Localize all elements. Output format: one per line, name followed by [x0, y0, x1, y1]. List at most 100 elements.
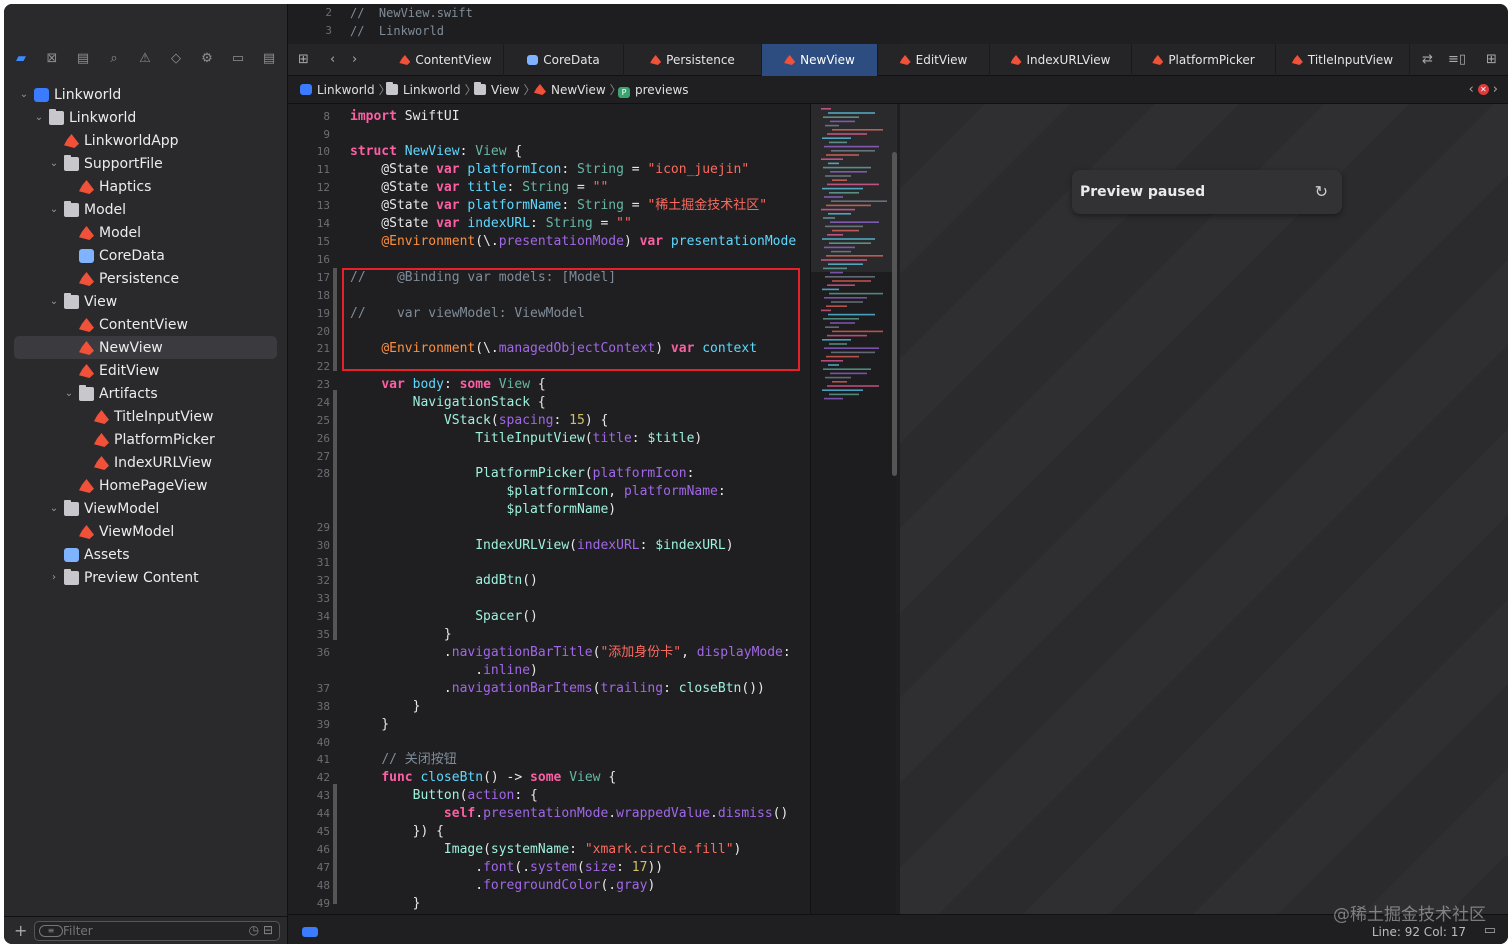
test-icon[interactable]: ◇: [167, 50, 185, 68]
tab-coredata[interactable]: CoreData: [504, 44, 624, 76]
swift-file-icon: [650, 55, 662, 65]
tab-persistence[interactable]: Persistence: [624, 44, 762, 76]
tree-item-label: PlatformPicker: [114, 432, 215, 448]
tree-item[interactable]: ⌄ Linkworld: [4, 84, 288, 106]
tree-item[interactable]: ViewModel: [4, 521, 288, 543]
tree-item[interactable]: Haptics: [4, 176, 288, 198]
code-editor[interactable]: 8 import SwiftUI 9 10 struct NewView: View {…: [288, 104, 900, 914]
chevron-right-icon[interactable]: ›: [48, 567, 60, 589]
chevron-down-icon[interactable]: ⌄: [48, 199, 60, 221]
breadcrumb-item[interactable]: View 〉: [474, 76, 536, 104]
tree-item-label: HomePageView: [99, 478, 208, 494]
tab-contentview[interactable]: ContentView: [388, 44, 504, 76]
breadcrumb-item[interactable]: Ppreviews: [618, 76, 689, 104]
breadcrumb-label: Linkworld: [317, 83, 375, 97]
tree-item[interactable]: Assets: [4, 544, 288, 566]
tree-item[interactable]: HomePageView: [4, 475, 288, 497]
code-line: Spacer(): [475, 609, 538, 624]
minimap-line: [831, 301, 863, 303]
error-icon[interactable]: ✕: [1477, 84, 1489, 95]
tree-item[interactable]: ContentView: [4, 314, 288, 336]
search-icon[interactable]: ⌕: [105, 50, 123, 68]
tree-item[interactable]: LinkworldApp: [4, 130, 288, 152]
issue-navigator[interactable]: ‹ ✕ ›: [1469, 76, 1498, 104]
tree-item[interactable]: IndexURLView: [4, 452, 288, 474]
swift-file-icon: [399, 55, 411, 65]
chevron-down-icon[interactable]: ⌄: [48, 291, 60, 313]
arrow-clockwise-icon[interactable]: ↻: [1315, 182, 1328, 201]
filter-field[interactable]: ≡ ◷ ⊟: [34, 921, 280, 941]
code-line: $platformIcon, platformName:: [506, 484, 726, 499]
tree-item[interactable]: Persistence: [4, 268, 288, 290]
debug-icon[interactable]: ⚙: [198, 50, 216, 68]
recent-files-icon[interactable]: ◷ ⊟: [249, 923, 273, 937]
line-number: 47: [316, 861, 330, 874]
back-icon[interactable]: ‹: [330, 52, 335, 67]
tab-titleinputview[interactable]: TitleInputView: [1276, 44, 1410, 76]
line-number: 15: [316, 235, 330, 248]
breadcrumb-item[interactable]: Linkworld 〉: [386, 76, 477, 104]
filter-input[interactable]: [63, 922, 213, 940]
tree-item[interactable]: TitleInputView: [4, 406, 288, 428]
line-number: 33: [316, 592, 330, 605]
tab-newview[interactable]: NewView: [762, 44, 878, 76]
add-icon[interactable]: +: [14, 921, 27, 940]
tree-item[interactable]: CoreData: [4, 245, 288, 267]
assets-icon: [64, 548, 79, 562]
tab-indexurlview[interactable]: IndexURLView: [990, 44, 1132, 76]
tree-item[interactable]: ⌄ View: [4, 291, 288, 313]
minimap-line: [827, 334, 867, 337]
breadcrumb-item[interactable]: Linkworld 〉: [300, 76, 391, 104]
panel-icon[interactable]: ▭: [1484, 923, 1496, 938]
chevron-down-icon[interactable]: ⌄: [33, 107, 45, 129]
tree-item[interactable]: PlatformPicker: [4, 429, 288, 451]
chevron-down-icon[interactable]: ⌄: [48, 153, 60, 175]
code-line: }: [350, 699, 421, 714]
editor-scrollbar[interactable]: [892, 152, 897, 476]
folder-icon[interactable]: ▰: [12, 50, 30, 68]
coredata-icon: [79, 249, 94, 263]
tab-editview[interactable]: EditView: [878, 44, 990, 76]
line-number: 41: [316, 753, 330, 766]
tab-label: PlatformPicker: [1168, 53, 1255, 67]
symbol-icon[interactable]: ▤: [74, 50, 92, 68]
minimap[interactable]: [810, 104, 897, 914]
chevron-down-icon[interactable]: ⌄: [18, 84, 30, 106]
tree-item[interactable]: ⌄ Linkworld: [4, 107, 288, 129]
tree-item[interactable]: ⌄ ViewModel: [4, 498, 288, 520]
tree-item[interactable]: ⌄ Artifacts: [4, 383, 288, 405]
editor-tab-bar: ⊞ ‹ › ContentView CoreData Persistence NewV…: [288, 44, 1508, 76]
swift-file-icon: [79, 318, 94, 332]
source-control-icon[interactable]: ⊠: [43, 50, 61, 68]
minimap-line: [821, 360, 843, 362]
chevron-down-icon[interactable]: ⌄: [63, 383, 75, 405]
line-number: 45: [316, 825, 330, 838]
code-comment: // NewView.swift: [350, 6, 473, 20]
tab-label: ContentView: [415, 53, 492, 67]
chevron-down-icon[interactable]: ⌄: [48, 498, 60, 520]
tree-item[interactable]: EditView: [4, 360, 288, 382]
tab-platformpicker[interactable]: PlatformPicker: [1132, 44, 1276, 76]
tree-item[interactable]: Model: [4, 222, 288, 244]
minimap-line: [830, 271, 843, 274]
tree-item[interactable]: ⌄ Model: [4, 199, 288, 221]
add-editor-icon[interactable]: ⊞: [1486, 52, 1497, 67]
preview-icon: P: [618, 87, 630, 98]
breakpoint-icon[interactable]: ▭: [229, 50, 247, 68]
debug-area-toggle[interactable]: [302, 927, 318, 937]
swap-icon[interactable]: ⇄: [1422, 52, 1433, 67]
code-comment: // Linkworld: [350, 24, 444, 38]
report-icon[interactable]: ▤: [260, 50, 278, 68]
line-number: 18: [316, 289, 330, 302]
tree-item[interactable]: › Preview Content: [4, 567, 288, 589]
warning-icon[interactable]: ⚠: [136, 50, 154, 68]
grid-icon[interactable]: ⊞: [298, 52, 309, 67]
inspector-icon[interactable]: ≡▯: [1448, 52, 1466, 67]
tree-item[interactable]: NewView: [4, 337, 288, 359]
filter-options-icon[interactable]: ≡: [39, 925, 63, 937]
tree-item[interactable]: ⌄ SupportFile: [4, 153, 288, 175]
minimap-viewport[interactable]: [811, 104, 897, 272]
breadcrumb-item[interactable]: NewView 〉: [534, 76, 622, 104]
swift-file-icon: [64, 134, 79, 148]
forward-icon[interactable]: ›: [352, 52, 357, 67]
